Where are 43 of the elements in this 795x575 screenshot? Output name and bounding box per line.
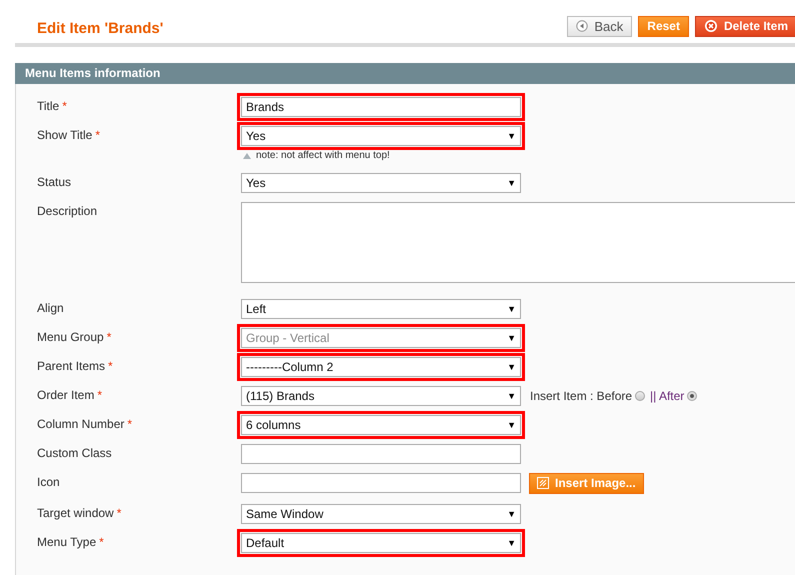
field-label: Align — [37, 301, 64, 315]
field-label: Menu Type — [37, 535, 96, 549]
field-label: Column Number — [37, 417, 124, 431]
field-note: note: not affect with menu top! — [256, 150, 390, 161]
field-label: Show Title — [37, 128, 92, 142]
required-mark: * — [116, 506, 122, 520]
required-mark: * — [62, 99, 67, 113]
select-field[interactable]: (115) Brands ▼ — [241, 386, 521, 406]
field-label: Description — [37, 204, 98, 218]
insert-label: || After — [650, 389, 684, 403]
page-title: Edit Item 'Brands' — [37, 20, 164, 36]
insert-label: Insert Item : Before — [530, 389, 632, 403]
required-mark: * — [95, 128, 100, 142]
back-icon — [576, 20, 588, 32]
select-field[interactable]: ---------Column 2 ▼ — [241, 357, 521, 377]
required-mark: * — [127, 417, 132, 431]
field-label: Menu Group — [37, 330, 104, 344]
required-mark: * — [106, 330, 112, 344]
radio-button[interactable] — [687, 391, 698, 401]
delete-button[interactable]: Delete Item — [694, 16, 795, 36]
field-label: Target window — [37, 506, 114, 520]
field-label: Title — [37, 99, 60, 113]
note-icon — [243, 152, 251, 158]
required-mark: * — [99, 535, 104, 549]
input-field[interactable]: Brands — [241, 97, 521, 117]
required-mark: * — [97, 388, 102, 402]
field-label: Icon — [37, 475, 60, 489]
field-label: Parent Items — [37, 359, 106, 373]
close-icon — [704, 19, 718, 33]
back-button[interactable]: Back — [567, 16, 632, 36]
field-label: Status — [37, 175, 72, 189]
select-field[interactable]: Default ▼ — [241, 533, 521, 553]
required-mark: * — [108, 359, 113, 373]
section-header: Menu Items information — [15, 63, 795, 84]
select-field[interactable]: Same Window ▼ — [241, 504, 521, 524]
select-field[interactable]: 6 columns ▼ — [241, 415, 521, 435]
radio-button[interactable] — [635, 391, 646, 401]
select-field[interactable]: Left ▼ — [241, 299, 521, 319]
select-field[interactable]: Yes ▼ — [241, 173, 521, 193]
select-field[interactable]: Yes ▼ — [241, 126, 521, 146]
field-label: Order Item — [37, 388, 94, 402]
field-label: Custom Class — [37, 446, 112, 460]
image-icon — [537, 477, 549, 489]
